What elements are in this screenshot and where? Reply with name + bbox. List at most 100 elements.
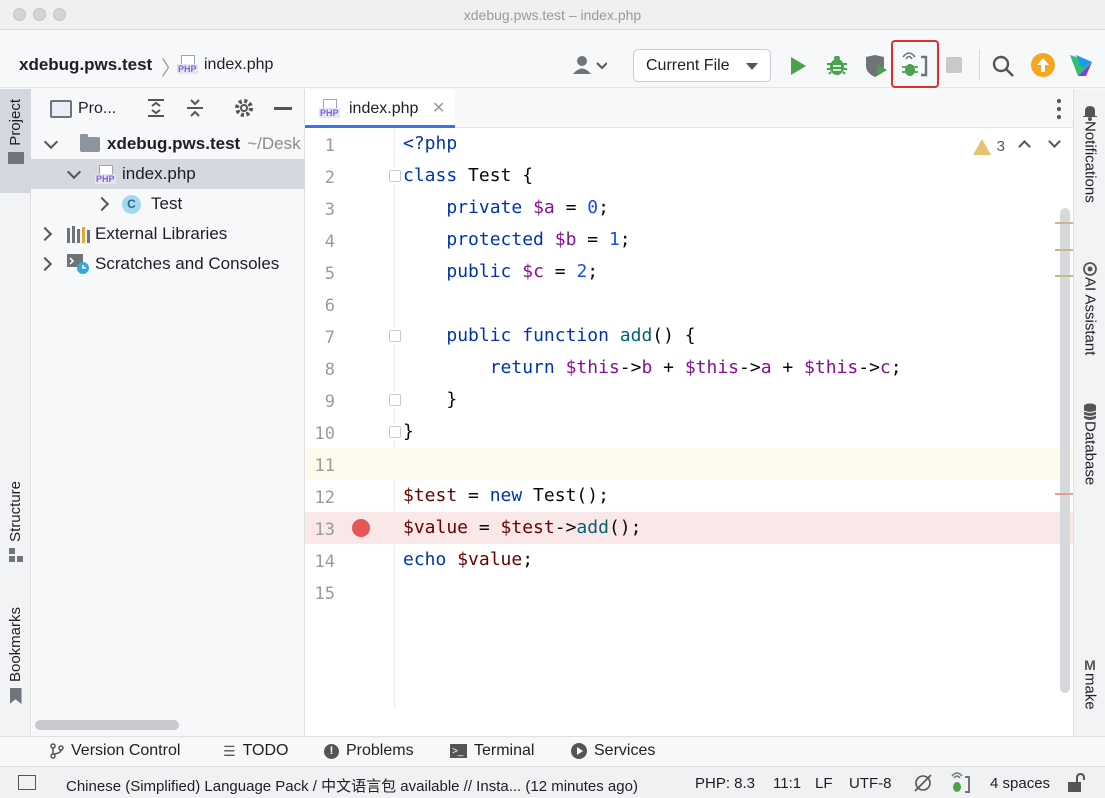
run-button[interactable] — [786, 54, 810, 78]
debug-button[interactable] — [824, 53, 850, 79]
coverage-button[interactable] — [862, 53, 890, 79]
editor-gutter[interactable]: 1 2 3 4 5 6 7 8 9 10 11 12 13 14 15 — [305, 128, 401, 708]
code-line-8: return $this->b + $this->a + $this->c; — [489, 357, 902, 378]
code-line-11 — [395, 448, 1073, 480]
project-tool-label: Project — [7, 99, 24, 146]
line-number: 4 — [324, 232, 335, 252]
libraries-icon — [67, 226, 90, 243]
toggle-tool-windows-icon[interactable] — [18, 775, 36, 790]
notifications-label: Notifications — [1081, 121, 1099, 203]
tree-row-external-libraries[interactable]: External Libraries — [31, 219, 305, 249]
structure-tool-tab[interactable]: Structure — [0, 481, 31, 581]
run-configuration-dropdown[interactable]: Current File — [633, 49, 771, 82]
indent-setting[interactable]: 4 spaces — [990, 775, 1050, 792]
project-panel-title[interactable]: Pro... — [78, 100, 116, 118]
tree-label: Test — [151, 194, 183, 213]
php-version[interactable]: PHP: 8.3 — [695, 775, 755, 792]
chevron-right-icon[interactable] — [94, 196, 110, 212]
tree-label: Scratches and Consoles — [95, 254, 280, 273]
listen-debug-icon[interactable] — [949, 771, 973, 795]
project-view-icon — [50, 100, 72, 118]
terminal-tool-button[interactable]: >_ Terminal — [450, 742, 534, 760]
hide-panel-icon[interactable] — [274, 107, 292, 110]
jetbrains-logo-icon — [1070, 55, 1092, 76]
bell-icon — [1083, 106, 1097, 121]
code-line-12: $test = new Test(); — [403, 485, 609, 506]
tree-row-class-test[interactable]: C Test — [31, 189, 305, 219]
warning-count: 3 — [996, 138, 1005, 155]
user-menu-button[interactable] — [567, 52, 611, 78]
tree-row-index-php[interactable]: PHP index.php — [31, 159, 305, 189]
search-everywhere-button[interactable] — [991, 54, 1015, 78]
chevron-down-icon[interactable] — [66, 164, 82, 179]
horizontal-scrollbar[interactable] — [35, 720, 179, 730]
gear-icon[interactable] — [233, 97, 255, 119]
bookmarks-tool-tab[interactable]: Bookmarks — [0, 607, 31, 719]
database-tool-tab[interactable]: Database — [1074, 403, 1105, 485]
folder-icon — [80, 133, 100, 152]
problems-tool-button[interactable]: ! Problems — [324, 742, 414, 760]
structure-tool-label: Structure — [7, 481, 24, 542]
todo-tool-button[interactable]: ☰ TODO — [223, 742, 289, 760]
line-number: 9 — [324, 392, 335, 412]
chevron-down-icon[interactable] — [43, 134, 59, 149]
bookmarks-tool-label: Bookmarks — [7, 607, 24, 683]
warning-marker[interactable] — [1055, 249, 1073, 251]
line-number: 11 — [314, 456, 335, 476]
code-area[interactable]: <?php class Test { private $a = 0; prote… — [395, 128, 1073, 708]
run-icon — [791, 57, 806, 75]
tree-row-scratches[interactable]: Scratches and Consoles — [31, 249, 305, 279]
stop-button[interactable] — [944, 55, 964, 75]
bottom-tool-bar: Version Control ☰ TODO ! Problems >_ Ter… — [0, 736, 1105, 766]
make-tool-tab[interactable]: M make — [1074, 657, 1105, 710]
main-toolbar: xdebug.pws.test 〉 PHP index.php Current … — [0, 30, 1105, 88]
chevron-right-icon[interactable] — [37, 226, 53, 242]
file-encoding[interactable]: UTF-8 — [849, 775, 892, 792]
status-message[interactable]: Chinese (Simplified) Language Pack / 中文语… — [66, 775, 638, 796]
project-panel: Pro... xdebug.pws.test ~/Desk PHP index.… — [31, 89, 305, 736]
notifications-tool-tab[interactable]: Notifications — [1074, 103, 1105, 203]
vertical-scrollbar[interactable] — [1060, 208, 1070, 693]
caret-position[interactable]: 11:1 — [773, 775, 801, 792]
warning-marker[interactable] — [1055, 222, 1073, 224]
breakpoint-marker[interactable] — [1055, 493, 1073, 495]
version-control-tool-button[interactable]: Version Control — [50, 742, 180, 760]
more-options-icon[interactable] — [1057, 99, 1061, 123]
warning-marker[interactable] — [1055, 275, 1073, 277]
tab-index-php[interactable]: PHP index.php ✕ — [305, 89, 455, 128]
structure-icon — [8, 547, 23, 562]
chevron-right-icon[interactable] — [37, 256, 53, 272]
status-bar: Chinese (Simplified) Language Pack / 中文语… — [0, 766, 1105, 798]
ai-assistant-tool-tab[interactable]: AI Assistant — [1074, 261, 1105, 355]
right-tool-strip: Notifications AI Assistant Database M ma… — [1073, 89, 1105, 736]
inspection-widget[interactable]: 3 — [972, 138, 1005, 155]
listen-debug-connections-button[interactable] — [899, 50, 931, 80]
jetbrains-ai-button[interactable] — [1068, 52, 1094, 78]
code-line-5: public $c = 2; — [446, 261, 599, 282]
tree-row-project-root[interactable]: xdebug.pws.test ~/Desk — [31, 129, 305, 159]
run-configuration-label: Current File — [646, 57, 730, 74]
code-line-9: } — [446, 389, 458, 410]
no-debug-icon[interactable] — [913, 773, 933, 793]
unlock-icon[interactable] — [1067, 773, 1085, 793]
collapse-all-icon[interactable] — [184, 97, 206, 119]
code-line-4: protected $b = 1; — [446, 229, 631, 250]
expand-all-icon[interactable] — [145, 97, 167, 119]
title-bar: xdebug.pws.test – index.php — [0, 0, 1105, 30]
line-number: 15 — [314, 584, 335, 604]
services-tool-button[interactable]: Services — [571, 742, 655, 760]
breakpoint-icon[interactable] — [352, 519, 370, 537]
breadcrumb-project[interactable]: xdebug.pws.test — [19, 55, 152, 75]
breadcrumb-file[interactable]: index.php — [204, 56, 273, 74]
line-separator[interactable]: LF — [815, 775, 833, 792]
tree-label: External Libraries — [95, 224, 228, 243]
close-icon[interactable]: ✕ — [432, 98, 445, 118]
php-file-icon: PHP — [319, 99, 341, 118]
line-number: 5 — [324, 264, 335, 284]
code-line-14: echo $value; — [403, 549, 534, 570]
project-tool-tab[interactable]: Project — [0, 89, 31, 193]
code-line-3: private $a = 0; — [446, 197, 609, 218]
updates-button[interactable] — [1030, 52, 1056, 78]
